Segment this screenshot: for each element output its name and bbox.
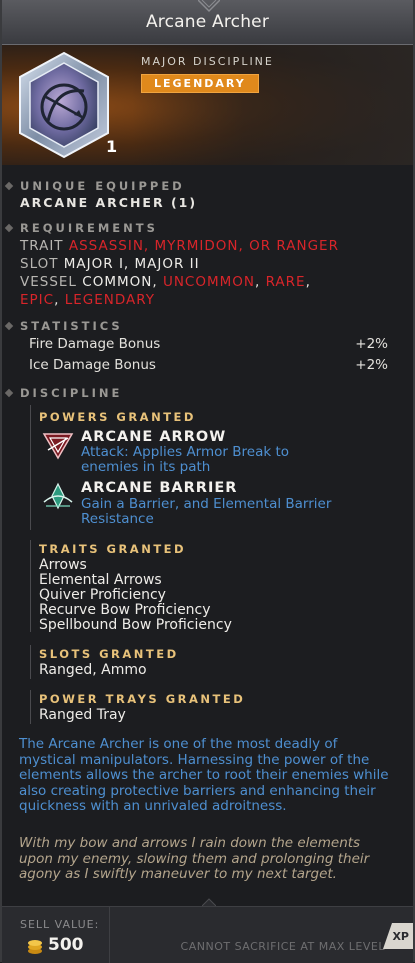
section-rule [30, 690, 31, 724]
discipline-heading: DISCIPLINE [20, 386, 123, 400]
statistics-heading: STATISTICS [20, 319, 123, 333]
footer-notch-icon [202, 898, 216, 906]
requirement-slot: SLOT MAJOR I, MAJOR II [20, 256, 200, 272]
traits-granted-heading: TRAITS GRANTED [39, 542, 187, 556]
item-header: 1 MAJOR DISCIPLINE LEGENDARY [2, 45, 413, 165]
trait-item: Spellbound Bow Proficiency [39, 617, 232, 633]
item-tooltip: Arcane Archer 1 MAJOR DISCIPLINE LEGENDA… [0, 0, 415, 963]
trait-item: Arrows [39, 557, 87, 573]
sacrifice-notice: CANNOT SACRIFICE AT MAX LEVEL [180, 940, 385, 953]
unique-equipped-value: ARCANE ARCHER (1) [20, 195, 198, 210]
sell-value-amount: 500 [48, 935, 84, 955]
sell-value-label: SELL VALUE: [20, 918, 100, 931]
power-arcane-arrow-name: ARCANE ARROW [81, 429, 227, 445]
stat-row: Ice Damage Bonus +2% [29, 357, 388, 373]
requirement-vessel: VESSEL COMMON, UNCOMMON, RARE, [20, 274, 311, 290]
tooltip-footer: SELL VALUE: 500 CANNOT SACRIFICE AT MAX … [2, 906, 413, 963]
xp-badge-icon: XP [383, 923, 413, 949]
power-arcane-arrow-desc: Attack: Applies Armor Break to enemies i… [81, 444, 289, 475]
footer-divider [109, 907, 110, 963]
power-arcane-barrier-desc: Gain a Barrier, and Elemental Barrier Re… [81, 496, 332, 527]
arcane-arrow-icon [42, 433, 74, 460]
power-arcane-barrier-name: ARCANE BARRIER [81, 480, 238, 496]
trait-item: Quiver Proficiency [39, 587, 166, 603]
arcane-barrier-icon [43, 482, 73, 510]
title-ornament-icon [198, 0, 220, 13]
requirement-trait: TRAIT ASSASSIN, MYRMIDON, OR RANGER [20, 238, 339, 254]
power-trays-value: Ranged Tray [39, 707, 126, 723]
item-description: The Arcane Archer is one of the most dea… [19, 736, 389, 814]
requirements-heading: REQUIREMENTS [20, 221, 158, 235]
trait-item: Recurve Bow Proficiency [39, 602, 211, 618]
section-rule [30, 645, 31, 679]
section-rule [30, 405, 31, 530]
rarity-badge: LEGENDARY [141, 74, 259, 93]
coin-stack-icon [28, 940, 42, 954]
arcane-archer-bow-gem-icon [19, 51, 109, 159]
requirement-vessel-cont: EPIC, LEGENDARY [20, 292, 155, 308]
powers-granted-heading: POWERS GRANTED [39, 410, 196, 424]
slots-granted-heading: SLOTS GRANTED [39, 647, 179, 661]
trait-item: Elemental Arrows [39, 572, 162, 588]
flavor-text: With my bow and arrows I rain down the e… [19, 835, 370, 882]
item-title: Arcane Archer [145, 12, 270, 32]
unique-equipped-heading: UNIQUE EQUIPPED [20, 179, 185, 193]
item-count: 1 [106, 137, 118, 156]
slots-granted-value: Ranged, Ammo [39, 662, 147, 678]
section-rule [30, 540, 31, 632]
item-category: MAJOR DISCIPLINE [141, 55, 274, 68]
stat-row: Fire Damage Bonus +2% [29, 336, 388, 352]
title-bar: Arcane Archer [2, 0, 413, 45]
power-trays-heading: POWER TRAYS GRANTED [39, 692, 246, 706]
